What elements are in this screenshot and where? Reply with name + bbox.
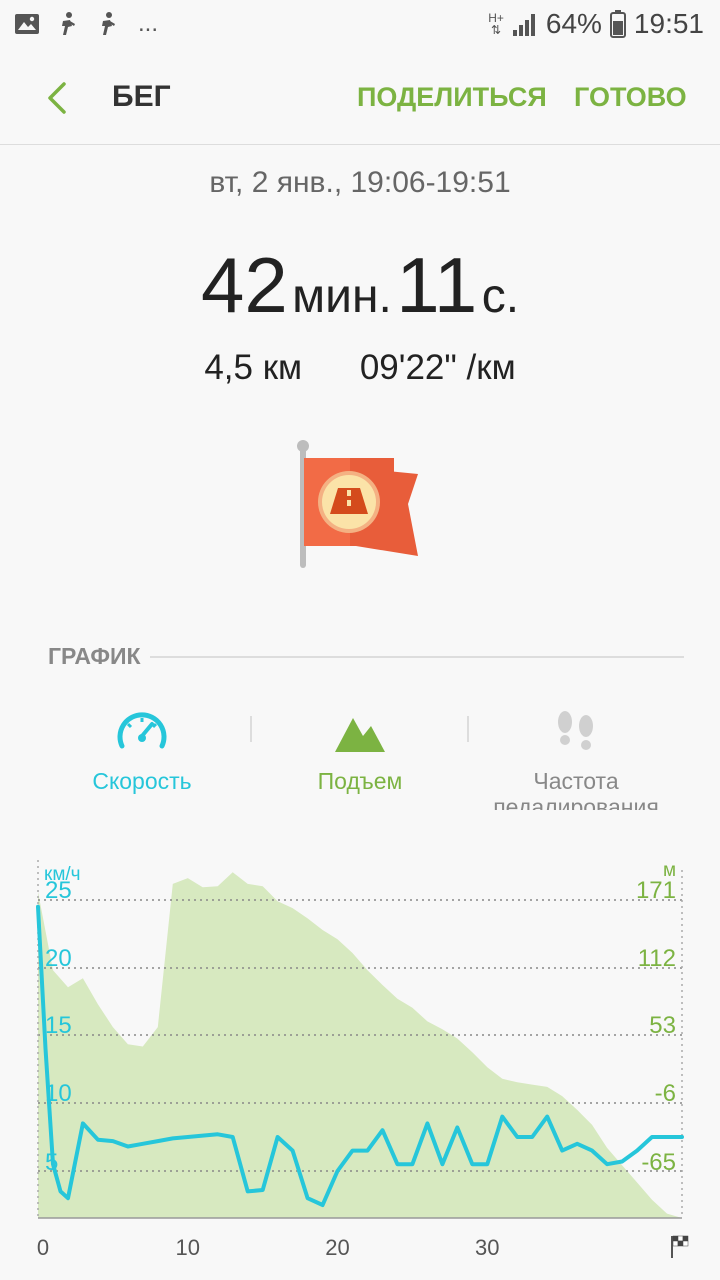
road-flag-icon xyxy=(297,440,418,568)
x-tick-label: 10 xyxy=(176,1235,200,1260)
tab-elevation-label: Подъем xyxy=(317,768,403,794)
x-tick-label: 20 xyxy=(325,1235,349,1260)
running-person-icon xyxy=(102,12,115,35)
duration-minutes-unit: мин. xyxy=(292,270,392,323)
graph-section-title: ГРАФИК xyxy=(48,643,141,669)
tab-cadence[interactable]: Частота педалирования xyxy=(456,700,696,810)
image-icon xyxy=(15,14,39,34)
x-tick-label: 30 xyxy=(475,1235,499,1260)
running-person-icon xyxy=(62,12,75,35)
speedometer-icon xyxy=(117,712,167,749)
section-divider xyxy=(150,656,684,658)
workout-duration: 42 мин. 11 с. xyxy=(0,240,720,331)
network-type-indicator: H+ ⇅ xyxy=(488,11,504,37)
status-bar: ... H+ ⇅ 64% 19:51 xyxy=(0,0,720,50)
x-tick-label: 0 xyxy=(37,1235,49,1260)
notification-icons: ... xyxy=(14,10,158,38)
tab-speed[interactable]: Скорость xyxy=(22,700,262,794)
page-title: БЕГ xyxy=(112,80,171,113)
graph-tabs: Скорость Подъем Частота педалирования xyxy=(0,700,720,810)
workout-stats: 4,5 км 09'22" /км xyxy=(0,348,720,388)
right-tick-label: -65 xyxy=(641,1149,676,1176)
right-tick-label: 171 xyxy=(636,877,676,904)
battery-percent: 64% xyxy=(545,8,602,39)
tab-speed-label: Скорость xyxy=(92,768,192,794)
tab-cadence-label: Частота педалирования xyxy=(493,768,659,810)
workout-pace: 09'22" /км xyxy=(359,348,516,387)
workout-chart: км/ч м25201510517111253-6-650 10 20 30 xyxy=(36,860,689,1260)
mountain-icon xyxy=(335,718,385,752)
left-tick-label: 25 xyxy=(45,877,72,904)
workout-date: вт, 2 янв., 19:06-19:51 xyxy=(209,166,511,199)
more-notifications: ... xyxy=(138,10,159,37)
elevation-area xyxy=(38,872,682,1218)
battery-icon xyxy=(609,10,626,38)
signal-icon xyxy=(512,14,535,36)
left-tick-label: 20 xyxy=(45,945,72,972)
back-arrow-icon[interactable] xyxy=(40,78,80,118)
tab-elevation[interactable]: Подъем xyxy=(240,700,480,794)
left-tick-label: 5 xyxy=(45,1149,58,1176)
right-tick-label: 112 xyxy=(638,945,676,972)
left-tick-label: 10 xyxy=(45,1080,72,1107)
share-button[interactable]: ПОДЕЛИТЬСЯ xyxy=(357,82,547,113)
duration-seconds-unit: с. xyxy=(481,270,520,323)
app-bar: БЕГ ПОДЕЛИТЬСЯ ГОТОВО xyxy=(0,50,720,145)
clock: 19:51 xyxy=(633,8,704,39)
footprints-icon xyxy=(558,711,593,750)
done-button[interactable]: ГОТОВО xyxy=(574,82,687,113)
right-tick-label: 53 xyxy=(649,1012,676,1039)
right-tick-label: -6 xyxy=(655,1080,676,1107)
duration-seconds: 11 xyxy=(396,241,478,329)
duration-minutes: 42 xyxy=(200,241,288,329)
left-tick-label: 15 xyxy=(45,1012,72,1039)
workout-distance: 4,5 км xyxy=(204,348,303,387)
finish-flag-icon xyxy=(672,1235,689,1247)
